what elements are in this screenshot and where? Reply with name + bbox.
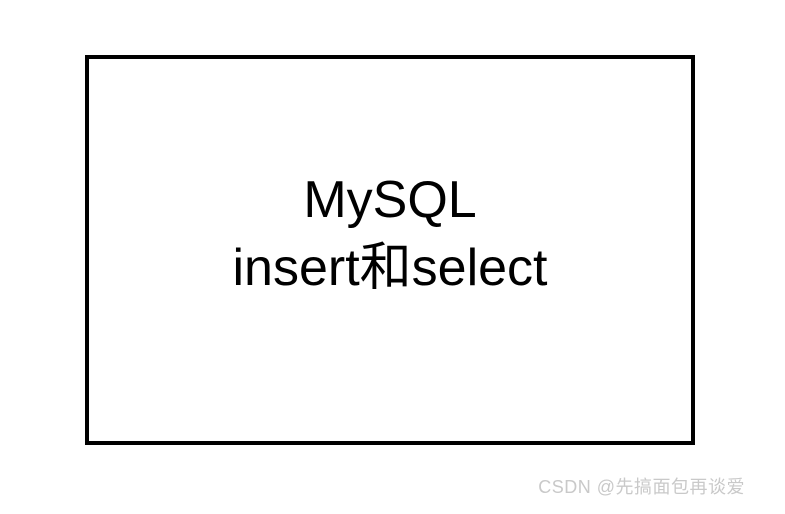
watermark-text: CSDN @先搞面包再谈爱 [538, 473, 745, 499]
title-line-1: MySQL [233, 167, 548, 235]
content-wrapper: MySQL insert和select [233, 167, 548, 302]
content-frame: MySQL insert和select [85, 55, 695, 445]
title-line-2: insert和select [233, 235, 548, 303]
